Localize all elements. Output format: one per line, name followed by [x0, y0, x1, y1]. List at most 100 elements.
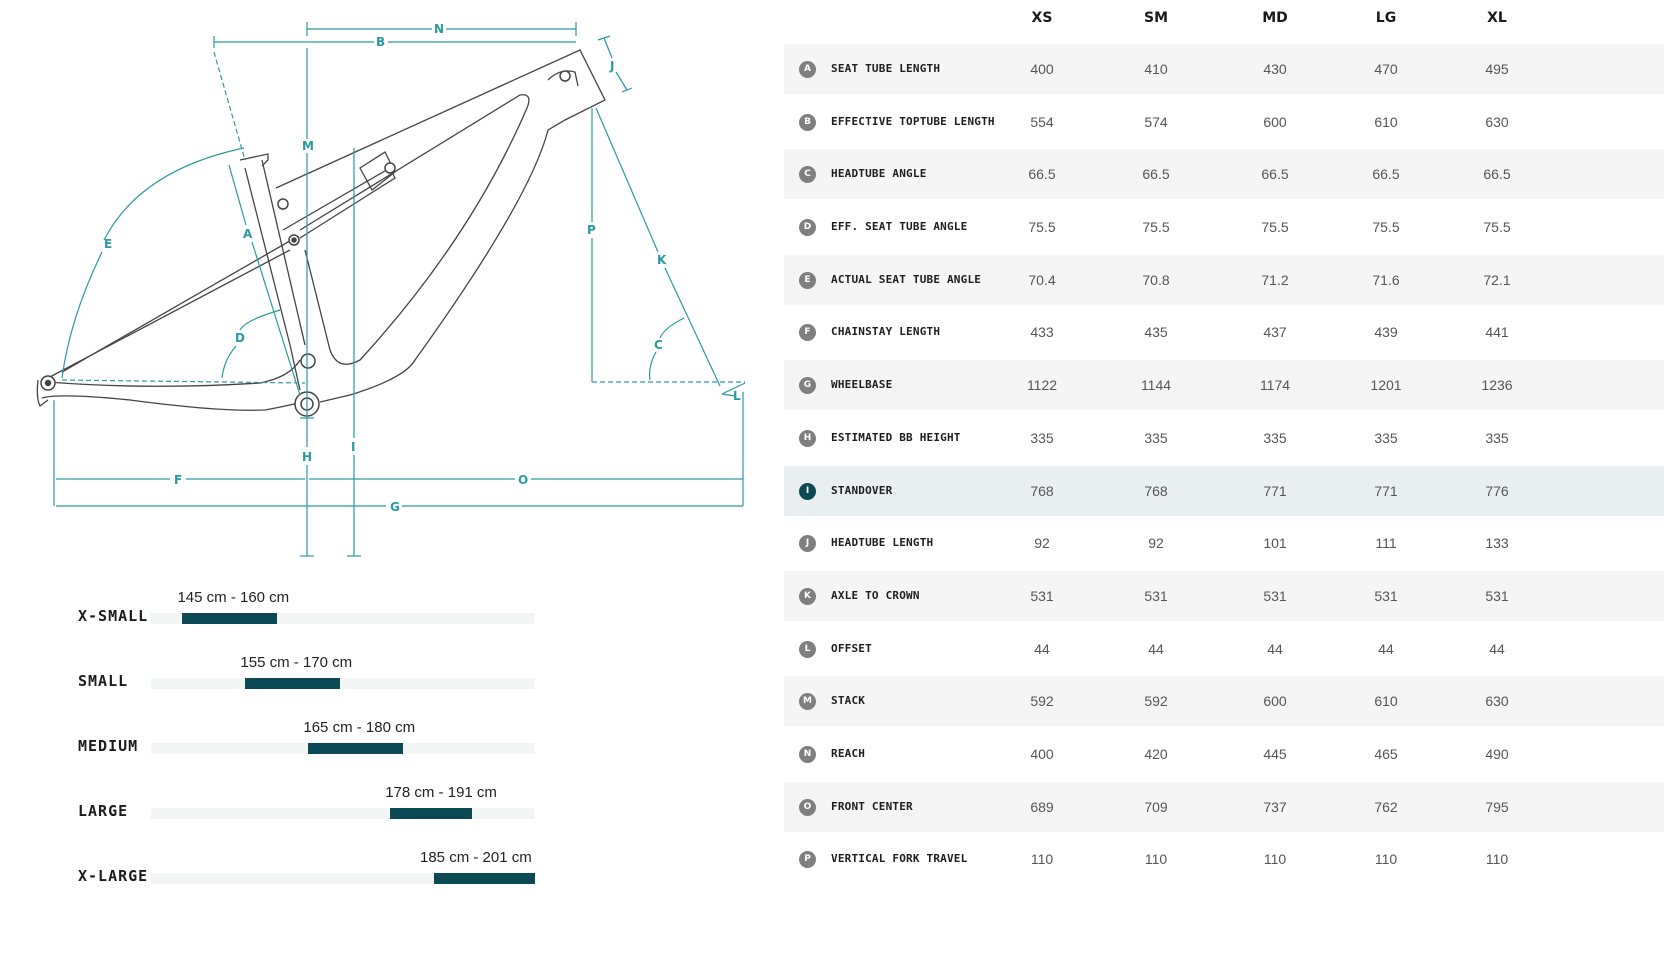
table-cell: 771 [1263, 482, 1287, 499]
row-letter-badge: D [799, 219, 816, 237]
table-cell: 610 [1374, 693, 1398, 710]
row-letter-badge: N [799, 745, 816, 763]
table-cell: 75.5 [1483, 219, 1511, 236]
bike-frame [36, 49, 606, 411]
table-cell: 66.5 [1142, 166, 1170, 183]
row-letter-badge: F [799, 324, 816, 342]
row-letter-badge: A [799, 61, 816, 78]
geometry-row[interactable]: E ACTUAL SEAT TUBE ANGLE 70.4 70.8 71.2 71.6 7… [784, 254, 1664, 305]
size-track [151, 808, 535, 819]
dimension-label-h: H [302, 450, 312, 464]
row-letter-badge: B [799, 113, 816, 131]
column-header: SM [1143, 10, 1168, 26]
table-cell: 70.8 [1142, 271, 1170, 288]
table-cell: 776 [1485, 482, 1509, 499]
geometry-row[interactable]: O FRONT CENTER 689 709 737 762 795 [784, 781, 1664, 832]
geometry-table: XS SM MD LG XL A SEAT TUBE LENGTH 400 410 430 470… [784, 0, 1664, 887]
frame-geometry-diagram: N B J M E A P K D C L I H F O G [36, 22, 746, 557]
table-cell: 689 [1030, 798, 1054, 815]
table-cell: 531 [1263, 587, 1287, 604]
table-cell: 441 [1485, 324, 1509, 341]
size-range-bar [308, 743, 403, 754]
table-cell: 44 [1489, 640, 1505, 657]
table-cell: 630 [1485, 693, 1509, 710]
table-cell: 92 [1148, 535, 1164, 552]
geometry-row[interactable]: B EFFECTIVE TOPTUBE LENGTH 554 574 600 610 630 [784, 96, 1664, 147]
rider-size-chart: X-SMALL 145 cm - 160 cm SMALL 155 cm - 170 … [78, 585, 548, 910]
dimension-label-a: A [243, 227, 253, 241]
size-range-label: 155 cm - 170 cm [240, 654, 353, 671]
table-cell: 44 [1148, 640, 1164, 657]
geometry-row[interactable]: K AXLE TO CROWN 531 531 531 531 531 [784, 570, 1664, 621]
row-letter-badge: G [799, 377, 816, 395]
dimension-label-i: I [351, 440, 355, 454]
row-letter-badge: K [799, 587, 816, 605]
table-cell: 600 [1263, 693, 1287, 710]
parameter-name: VERTICAL FORK TRAVEL [831, 852, 968, 866]
table-cell: 795 [1485, 798, 1509, 815]
size-range-bar [245, 678, 340, 689]
table-cell: 111 [1375, 535, 1397, 552]
size-row: LARGE 178 cm - 191 cm [78, 780, 548, 845]
geometry-row[interactable]: H ESTIMATED BB HEIGHT 335 335 335 335 335 [784, 412, 1664, 463]
table-cell: 439 [1374, 324, 1398, 341]
table-cell: 101 [1263, 535, 1287, 552]
table-cell: 430 [1263, 61, 1287, 77]
size-row: X-LARGE 185 cm - 201 cm [78, 845, 548, 910]
table-cell: 630 [1485, 113, 1509, 130]
parameter-name: HEADTUBE LENGTH [831, 536, 934, 550]
size-label: MEDIUM [78, 737, 139, 755]
geometry-row[interactable]: A SEAT TUBE LENGTH 400 410 430 470 495 [784, 44, 1664, 94]
dimension-label-k: K [657, 253, 667, 267]
dimension-label-p: P [587, 223, 596, 237]
table-cell: 1122 [1026, 377, 1058, 394]
table-cell: 433 [1030, 324, 1054, 341]
parameter-name: STANDOVER [831, 483, 893, 497]
geometry-table-body: A SEAT TUBE LENGTH 400 410 430 470 495 B EFFECTI… [784, 44, 1664, 885]
table-cell: 110 [1485, 851, 1509, 868]
dimension-label-o: O [518, 473, 528, 487]
geometry-row[interactable]: I STANDOVER 768 768 771 771 776 [784, 465, 1664, 516]
geometry-row[interactable]: L OFFSET 44 44 44 44 44 [784, 623, 1664, 674]
table-cell: 110 [1263, 851, 1287, 868]
dimension-label-c: C [654, 338, 663, 352]
table-cell: 531 [1485, 587, 1509, 604]
parameter-name: REACH [831, 746, 866, 760]
row-letter-badge: M [799, 693, 816, 711]
table-cell: 410 [1144, 61, 1168, 77]
size-track [151, 678, 535, 689]
table-cell: 335 [1030, 429, 1054, 446]
frame-pivots [40, 70, 571, 417]
table-cell: 531 [1374, 587, 1398, 604]
table-cell: 335 [1263, 429, 1287, 446]
dimension-label-d: D [235, 331, 245, 345]
table-cell: 110 [1030, 851, 1054, 868]
geometry-row[interactable]: M STACK 592 592 600 610 630 [784, 676, 1664, 727]
row-letter-badge: P [799, 851, 816, 869]
table-cell: 465 [1374, 745, 1398, 762]
size-range-bar [434, 873, 535, 884]
table-cell: 71.6 [1372, 271, 1400, 288]
row-letter-badge: L [799, 640, 816, 658]
parameter-name: AXLE TO CROWN [831, 588, 920, 602]
table-cell: 133 [1485, 535, 1509, 552]
geometry-row[interactable]: N REACH 400 420 445 465 490 [784, 728, 1664, 779]
table-cell: 400 [1030, 745, 1054, 762]
size-range-label: 145 cm - 160 cm [177, 589, 290, 606]
size-track [151, 743, 535, 754]
geometry-row[interactable]: G WHEELBASE 1122 1144 1174 1201 1236 [784, 360, 1664, 411]
table-cell: 110 [1374, 851, 1398, 868]
dimension-label-l: L [733, 389, 741, 403]
column-header: XL [1487, 10, 1507, 26]
table-cell: 72.1 [1483, 271, 1511, 288]
geometry-row[interactable]: P VERTICAL FORK TRAVEL 110 110 110 110 110 [784, 834, 1664, 885]
dimension-labels: N B J M E A P K D C L I H F O G [104, 22, 741, 514]
parameter-name: OFFSET [831, 641, 872, 655]
geometry-row[interactable]: D EFF. SEAT TUBE ANGLE 75.5 75.5 75.5 75.5 75.… [784, 202, 1664, 253]
table-cell: 71.2 [1261, 271, 1289, 288]
table-cell: 1174 [1259, 377, 1291, 394]
geometry-row[interactable]: F CHAINSTAY LENGTH 433 435 437 439 441 [784, 307, 1664, 358]
geometry-row[interactable]: J HEADTUBE LENGTH 92 92 101 111 133 [784, 518, 1664, 569]
geometry-row[interactable]: C HEADTUBE ANGLE 66.5 66.5 66.5 66.5 66.5 [784, 149, 1664, 200]
table-cell: 490 [1485, 745, 1509, 762]
